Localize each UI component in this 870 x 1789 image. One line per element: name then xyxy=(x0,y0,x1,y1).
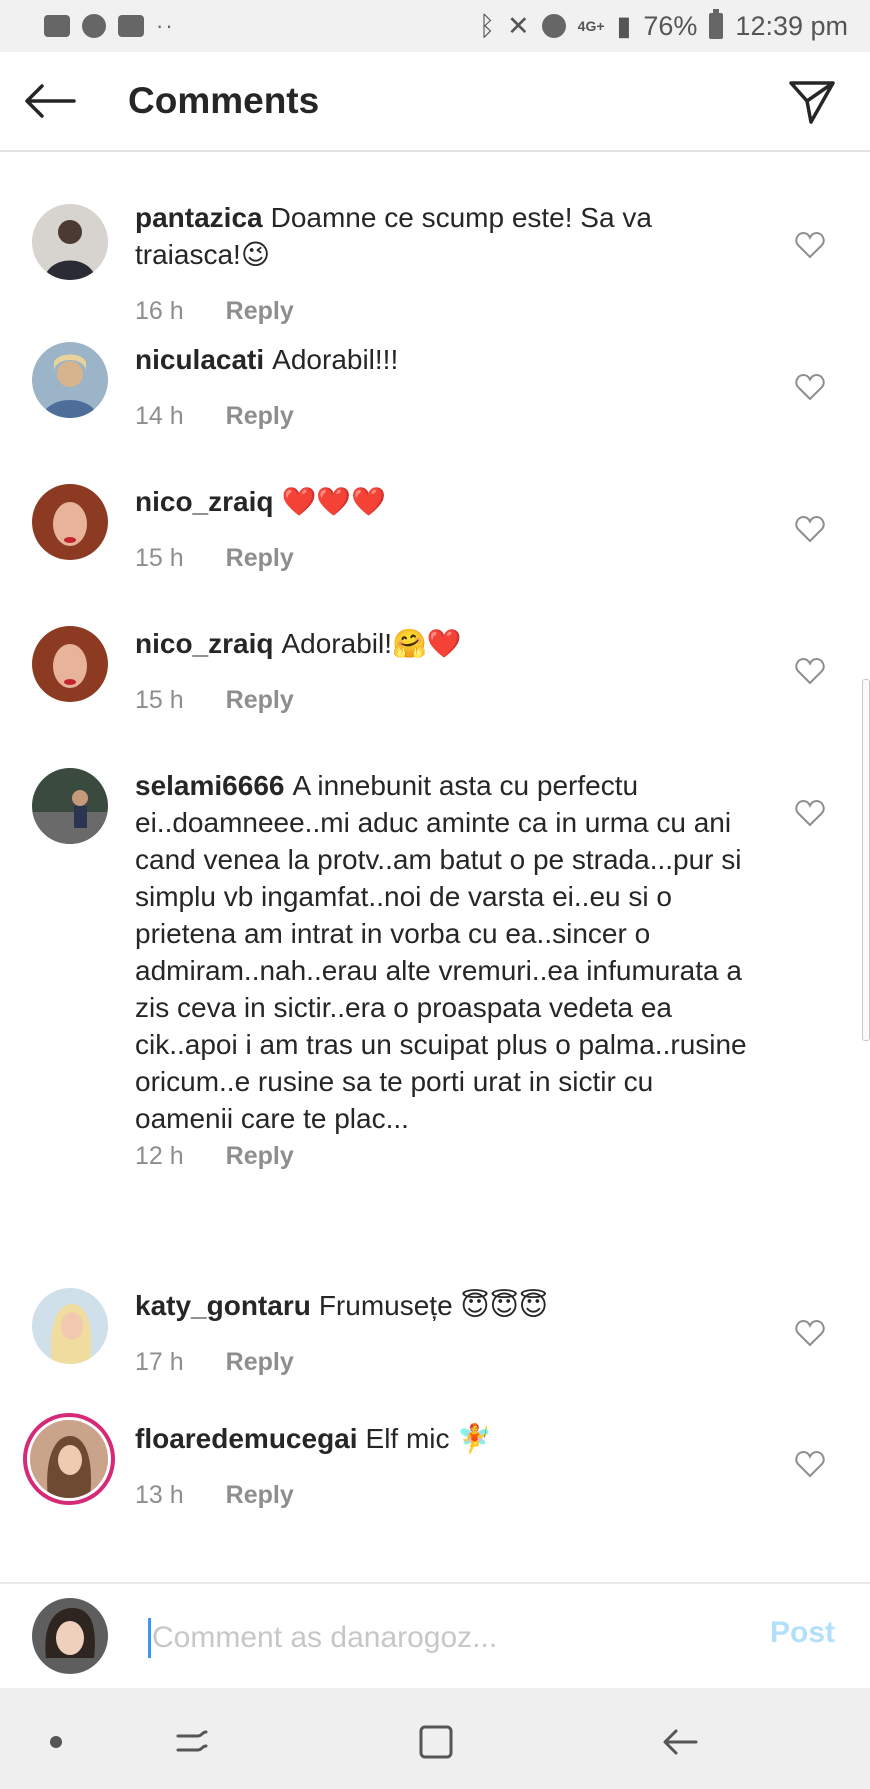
recent-apps-icon xyxy=(176,1730,208,1752)
comment-meta: 15 h Reply xyxy=(135,544,294,573)
comment-time: 15 h xyxy=(135,686,184,714)
comment-username[interactable]: selami6666 xyxy=(135,770,284,801)
comment-meta: 16 h Reply xyxy=(135,297,294,326)
recent-apps-button[interactable] xyxy=(168,1718,216,1766)
network-type: 4G+ xyxy=(577,18,605,34)
comment-text: Frumusețe 😇😇😇 xyxy=(318,1290,548,1321)
clock: 12:39 pm xyxy=(735,10,848,41)
avatar[interactable] xyxy=(32,342,108,418)
comment-username[interactable]: niculacati xyxy=(135,344,264,375)
heart-icon[interactable] xyxy=(795,799,825,827)
avatar-image xyxy=(32,626,108,702)
signal-icon: ▮ xyxy=(616,10,632,41)
avatar[interactable] xyxy=(32,626,108,702)
avatar[interactable] xyxy=(32,1288,108,1364)
heart-icon[interactable] xyxy=(795,373,825,401)
comment-input[interactable] xyxy=(150,1609,714,1667)
comment-body: nico_zraiq Adorabil!🤗❤️ xyxy=(135,625,755,662)
avatar[interactable] xyxy=(32,204,108,280)
more-notifications-dots: ·· xyxy=(156,13,175,38)
alarm-icon xyxy=(541,14,566,38)
heart-icon[interactable] xyxy=(795,657,825,685)
comment-time: 15 h xyxy=(135,544,184,572)
comment-text: Elf mic 🧚 xyxy=(365,1423,493,1454)
back-nav-button[interactable] xyxy=(656,1718,704,1766)
mute-icon: ✕ xyxy=(507,10,530,41)
reply-button[interactable]: Reply xyxy=(226,1348,294,1377)
scrollbar[interactable] xyxy=(862,679,870,1041)
back-icon xyxy=(663,1729,698,1755)
comment-username[interactable]: floaredemucegai xyxy=(135,1423,358,1454)
comment-body: niculacati Adorabil!!! xyxy=(135,341,755,378)
status-left: ·· xyxy=(44,13,175,39)
mail-icon xyxy=(44,15,70,37)
comment-text: A innebunit asta cu perfectu ei..doamnee… xyxy=(135,770,747,1134)
avatar-image xyxy=(32,1288,108,1364)
avatar[interactable] xyxy=(30,1420,108,1498)
reply-button[interactable]: Reply xyxy=(226,686,294,715)
comment-username[interactable]: nico_zraiq xyxy=(135,486,273,517)
back-button[interactable] xyxy=(20,71,80,131)
reply-button[interactable]: Reply xyxy=(226,297,294,326)
comment-meta: 13 h Reply xyxy=(135,1481,294,1510)
header: Comments xyxy=(0,52,870,152)
heart-icon[interactable] xyxy=(795,231,825,259)
comment-body: katy_gontaru Frumusețe 😇😇😇 xyxy=(135,1287,755,1324)
post-button[interactable]: Post xyxy=(770,1616,835,1650)
heart-icon[interactable] xyxy=(795,515,825,543)
current-user-avatar xyxy=(32,1598,108,1674)
avatar[interactable] xyxy=(32,768,108,844)
comment-text: Adorabil!🤗❤️ xyxy=(281,628,462,659)
comment-username[interactable]: katy_gontaru xyxy=(135,1290,311,1321)
comment-body: nico_zraiq ❤️❤️❤️ xyxy=(135,483,755,520)
home-button[interactable] xyxy=(412,1718,460,1766)
heart-icon[interactable] xyxy=(795,1319,825,1347)
avatar-image xyxy=(32,484,108,560)
comment-time: 14 h xyxy=(135,402,184,430)
share-button[interactable] xyxy=(782,72,842,132)
comment-time: 17 h xyxy=(135,1348,184,1376)
system-nav-bar xyxy=(0,1688,870,1789)
avatar-image xyxy=(32,342,108,418)
avatar-image xyxy=(32,1598,108,1674)
comment-username[interactable]: nico_zraiq xyxy=(135,628,273,659)
avatar-image xyxy=(30,1420,108,1498)
comment-meta: 15 h Reply xyxy=(135,686,294,715)
paper-plane-icon xyxy=(789,81,835,124)
avatar[interactable] xyxy=(32,484,108,560)
battery-icon xyxy=(709,9,724,39)
reply-button[interactable]: Reply xyxy=(226,544,294,573)
bluetooth-icon: ᛒ xyxy=(478,10,496,41)
page-title: Comments xyxy=(128,80,320,121)
avatar-image xyxy=(32,204,108,280)
reply-button[interactable]: Reply xyxy=(226,402,294,431)
gallery-icon xyxy=(118,15,144,37)
comment-composer: Post xyxy=(0,1582,870,1688)
comment-time: 12 h xyxy=(135,1142,184,1170)
comment-username[interactable]: pantazica xyxy=(135,202,263,233)
arrow-left-icon xyxy=(25,84,76,118)
battery-percent: 76% xyxy=(643,10,698,41)
status-right: ᛒ ✕ 4G+ ▮ 76% 12:39 pm xyxy=(478,9,848,42)
reply-button[interactable]: Reply xyxy=(226,1142,294,1171)
comment-meta: 17 h Reply xyxy=(135,1348,294,1377)
home-icon xyxy=(419,1725,453,1759)
whatsapp-icon xyxy=(82,14,106,38)
comment-body: pantazica Doamne ce scump este! Sa va tra… xyxy=(135,199,755,273)
reply-button[interactable]: Reply xyxy=(226,1481,294,1510)
heart-icon[interactable] xyxy=(795,1450,825,1478)
dot-icon xyxy=(50,1736,62,1748)
status-bar: ·· ᛒ ✕ 4G+ ▮ 76% 12:39 pm xyxy=(0,0,870,52)
comment-time: 13 h xyxy=(135,1481,184,1509)
avatar-image xyxy=(32,768,108,844)
comment-text: Adorabil!!! xyxy=(272,344,399,375)
comment-time: 16 h xyxy=(135,297,184,325)
comment-text: ❤️❤️❤️ xyxy=(281,486,387,517)
comment-body: selami6666 A innebunit asta cu perfectu e… xyxy=(135,767,755,1137)
comment-meta: 14 h Reply xyxy=(135,402,294,431)
comments-list[interactable]: pantazica Doamne ce scump este! Sa va tra… xyxy=(0,154,870,1582)
comment-body: floaredemucegai Elf mic 🧚 xyxy=(135,1420,755,1457)
comment-meta: 12 h Reply xyxy=(135,1142,294,1171)
dot-button[interactable] xyxy=(32,1718,80,1766)
